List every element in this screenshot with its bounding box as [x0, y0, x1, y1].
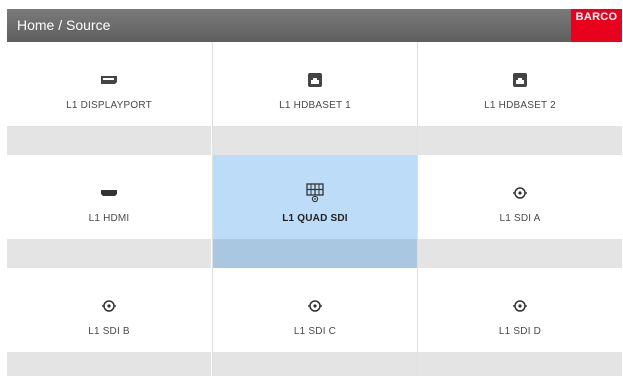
source-label: L1 SDI C: [293, 326, 337, 337]
displayport-icon: [7, 70, 211, 90]
source-label: L1 DISPLAYPORT: [66, 100, 152, 111]
tile-status-bar: [213, 352, 417, 376]
sdi-icon: [213, 296, 417, 316]
source-label: L1 HDBASET 2: [484, 100, 556, 111]
tile-status-bar: [418, 352, 622, 376]
source-tile-l1-hdbaset-1[interactable]: L1 HDBASET 1: [213, 42, 417, 155]
hdbaset-icon: [213, 70, 417, 90]
source-tile-l1-hdmi[interactable]: L1 HDMI: [7, 155, 211, 268]
tile-status-bar: [213, 239, 417, 268]
tile-status-bar: [7, 352, 211, 376]
source-label: L1 SDI A: [499, 213, 541, 224]
hdmi-icon: [7, 183, 211, 203]
tile-status-bar: [418, 126, 622, 155]
hdbaset-icon: [418, 70, 622, 90]
source-tile-l1-sdi-a[interactable]: L1 SDI A: [418, 155, 622, 268]
sdi-icon: [418, 296, 622, 316]
source-label: L1 SDI D: [498, 326, 542, 337]
sdi-icon: [418, 183, 622, 203]
source-label: L1 QUAD SDI: [282, 213, 348, 224]
column-divider: [417, 42, 418, 376]
source-tile-l1-hdbaset-2[interactable]: L1 HDBASET 2: [418, 42, 622, 155]
tile-status-bar: [7, 126, 211, 155]
source-tile-l1-sdi-b[interactable]: L1 SDI B: [7, 268, 211, 376]
source-tile-l1-displayport[interactable]: L1 DISPLAYPORT: [7, 42, 211, 155]
barco-logo: BARCO: [571, 9, 622, 42]
tile-status-bar: [418, 239, 622, 268]
column-divider: [212, 42, 213, 376]
source-label: L1 HDMI: [88, 213, 130, 224]
tile-status-bar: [213, 126, 417, 155]
tile-status-bar: [7, 239, 211, 268]
source-tile-l1-sdi-c[interactable]: L1 SDI C: [213, 268, 417, 376]
sdi-icon: [7, 296, 211, 316]
source-tile-l1-sdi-d[interactable]: L1 SDI D: [418, 268, 622, 376]
quad-sdi-icon: [213, 183, 417, 203]
source-grid: L1 DISPLAYPORT L1 HDBASET 1 L1 HDBASET 2…: [7, 42, 622, 376]
source-tile-l1-quad-sdi[interactable]: L1 QUAD SDI: [213, 155, 417, 268]
header-bar: Home / Source BARCO: [7, 9, 622, 42]
source-label: L1 HDBASET 1: [279, 100, 351, 111]
breadcrumb[interactable]: Home / Source: [17, 9, 110, 42]
source-label: L1 SDI B: [88, 326, 130, 337]
